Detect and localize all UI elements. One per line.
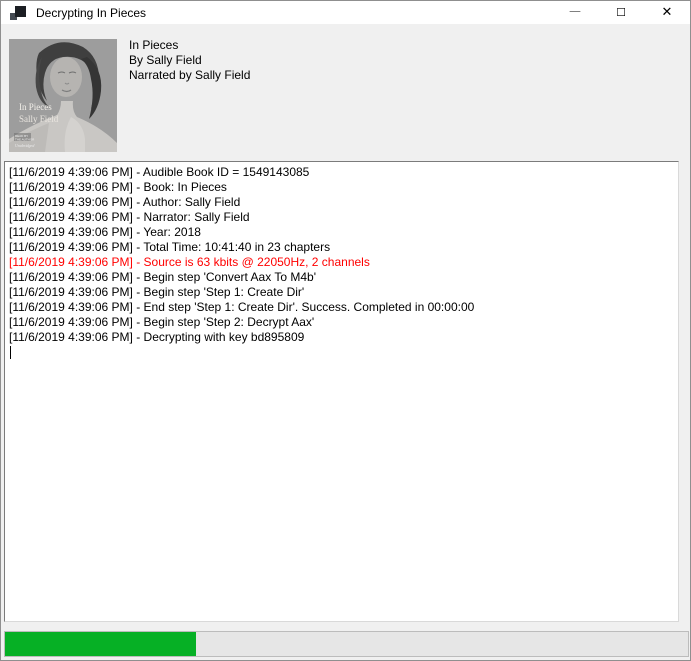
maximize-icon: ☐ — [616, 6, 626, 19]
app-window: Decrypting In Pieces — ☐ ✕ — [0, 0, 691, 661]
cover-author-text: Sally Field — [19, 114, 59, 124]
book-narrator: Narrated by Sally Field — [129, 68, 250, 83]
book-info: In Pieces By Sally Field Narrated by Sal… — [129, 38, 250, 83]
log-line: [11/6/2019 4:39:06 PM] - Author: Sally F… — [9, 195, 674, 210]
progress-fill — [5, 632, 196, 656]
app-icon-square-big — [15, 6, 26, 17]
log-line: [11/6/2019 4:39:06 PM] - Total Time: 10:… — [9, 240, 674, 255]
book-title: In Pieces — [129, 38, 250, 53]
window-title: Decrypting In Pieces — [36, 6, 146, 20]
cover-unabridged-text: Unabridged — [15, 143, 35, 148]
maximize-button[interactable]: ☐ — [598, 1, 644, 24]
caption-buttons: — ☐ ✕ — [552, 1, 690, 24]
minimize-button[interactable]: — — [552, 1, 598, 24]
titlebar[interactable]: Decrypting In Pieces — ☐ ✕ — [1, 1, 690, 24]
close-icon: ✕ — [662, 5, 673, 20]
log-line: [11/6/2019 4:39:06 PM] - Book: In Pieces — [9, 180, 674, 195]
app-icon — [10, 6, 26, 20]
cover-title-text: In Pieces — [19, 102, 52, 112]
log-line: [11/6/2019 4:39:06 PM] - Source is 63 kb… — [9, 255, 674, 270]
log-line: [11/6/2019 4:39:06 PM] - Decrypting with… — [9, 330, 674, 345]
log-line: [11/6/2019 4:39:06 PM] - Begin step 'Con… — [9, 270, 674, 285]
cover-readby-line2: THE AUTHOR — [15, 138, 35, 142]
log-area[interactable]: [11/6/2019 4:39:06 PM] - Audible Book ID… — [4, 161, 679, 622]
book-cover-image: In Pieces Sally Field READ BY THE AUTHOR… — [9, 39, 117, 152]
minimize-icon: — — [569, 4, 581, 18]
log-line: [11/6/2019 4:39:06 PM] - Audible Book ID… — [9, 165, 674, 180]
log-line: [11/6/2019 4:39:06 PM] - End step 'Step … — [9, 300, 674, 315]
text-caret — [10, 346, 11, 359]
book-author: By Sally Field — [129, 53, 250, 68]
log-line: [11/6/2019 4:39:06 PM] - Begin step 'Ste… — [9, 285, 674, 300]
log-line: [11/6/2019 4:39:06 PM] - Year: 2018 — [9, 225, 674, 240]
log-line: [11/6/2019 4:39:06 PM] - Begin step 'Ste… — [9, 315, 674, 330]
close-button[interactable]: ✕ — [644, 1, 690, 24]
progress-bar — [4, 631, 689, 657]
log-line: [11/6/2019 4:39:06 PM] - Narrator: Sally… — [9, 210, 674, 225]
